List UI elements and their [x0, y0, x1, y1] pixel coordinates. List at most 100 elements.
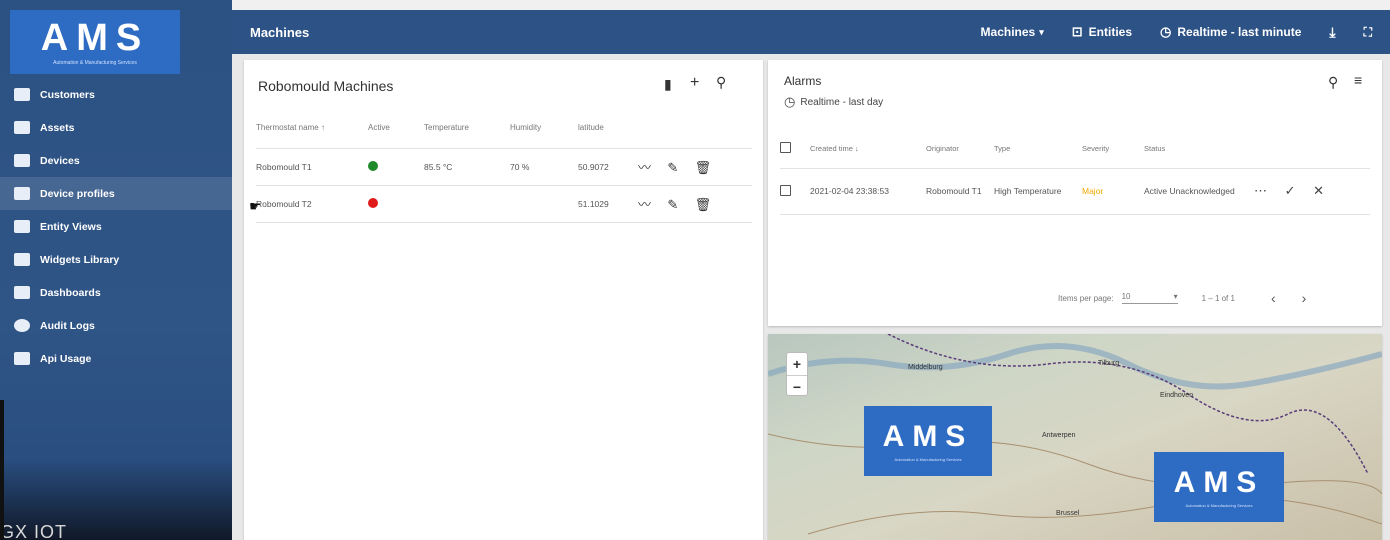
- page-range: 1 – 1 of 1: [1201, 293, 1235, 303]
- column-header[interactable]: latitude: [578, 108, 638, 149]
- sort-arrow-down-icon: ↓: [855, 144, 859, 154]
- sidebar-item-customers[interactable]: Customers: [0, 78, 232, 111]
- table-row[interactable]: 2021-02-04 23:38:53 Robomould T1 High Te…: [780, 168, 1370, 215]
- download-button[interactable]: ⤓: [1329, 24, 1335, 41]
- sidebar-item-label: Audit Logs: [40, 319, 95, 332]
- table-row[interactable]: Robomould T2 51.1029 〰 ✎ 🗑: [256, 185, 752, 223]
- column-header[interactable]: Active: [368, 108, 424, 149]
- search-icon[interactable]: ⚲: [1328, 74, 1338, 91]
- sidebar-item-label: Customers: [40, 88, 95, 101]
- clock-icon: ◷: [784, 94, 796, 109]
- cell-actions: 〰 ✎ 🗑: [638, 185, 752, 223]
- sidebar-item-devices[interactable]: Devices: [0, 144, 232, 177]
- row-checkbox[interactable]: [780, 184, 791, 196]
- sidebar-item-dashboards[interactable]: Dashboards: [0, 276, 232, 309]
- dashboard-content: Robomould Machines ▮ + ⚲ Thermostat name…: [232, 54, 1390, 540]
- cell-temperature: 85.5 °C: [424, 148, 510, 186]
- column-header[interactable]: Humidity: [510, 108, 578, 149]
- clear-icon[interactable]: ✕: [1313, 183, 1324, 198]
- sidebar-item-api-usage[interactable]: Api Usage: [0, 342, 232, 375]
- map-marker-logo[interactable]: AMS Automation & Manufacturing Services: [864, 406, 992, 476]
- delete-icon[interactable]: 🗑: [695, 197, 712, 213]
- sidebar-item-label: Dashboards: [40, 286, 101, 299]
- items-per-page-value: 10: [1121, 292, 1131, 301]
- map-label: Eindhoven: [1160, 392, 1194, 399]
- entities-icon: ⊡: [1071, 24, 1083, 39]
- next-page-icon[interactable]: ›: [1302, 290, 1307, 306]
- column-header[interactable]: Type: [994, 130, 1082, 169]
- column-header[interactable]: Status: [1144, 130, 1254, 169]
- cell-created-time: 2021-02-04 23:38:53: [810, 168, 926, 215]
- window-edge: [0, 400, 4, 540]
- sidebar-item-label: Api Usage: [40, 352, 92, 365]
- map-tiles[interactable]: Middelburg Antwerpen Eindhoven Tilburg B…: [768, 334, 1382, 540]
- select-all-checkbox[interactable]: [780, 142, 791, 154]
- row-select-cell: [780, 168, 810, 215]
- pagination: Items per page: 10 ▾ 1 – 1 of 1 ‹ ›: [768, 290, 1382, 306]
- chart-icon[interactable]: 〰: [638, 157, 651, 176]
- map-label: Brussel: [1056, 510, 1080, 517]
- acknowledge-icon[interactable]: ✓: [1285, 183, 1296, 198]
- sidebar-item-entity-views[interactable]: Entity Views: [0, 210, 232, 243]
- filter-icon[interactable]: ≡: [1354, 72, 1362, 88]
- map-marker-logo[interactable]: AMS Automation & Manufacturing Services: [1154, 452, 1284, 522]
- machines-state-dropdown[interactable]: Machines ▾: [981, 25, 1044, 39]
- edit-icon[interactable]: ✎: [667, 160, 678, 176]
- columns-icon[interactable]: ▮: [664, 76, 672, 93]
- sidebar: AMS Automation & Manufacturing Services …: [0, 0, 232, 540]
- column-header-actions: [1254, 130, 1370, 169]
- items-per-page-select[interactable]: 10 ▾: [1121, 292, 1178, 304]
- alarms-widget-title: Alarms: [784, 74, 822, 88]
- sidebar-item-audit-logs[interactable]: Audit Logs: [0, 309, 232, 342]
- map-zoom-control: + −: [786, 352, 808, 396]
- marker-logo-text: AMS: [1173, 465, 1265, 499]
- previous-page-icon[interactable]: ‹: [1271, 290, 1276, 306]
- sidebar-item-label: Entity Views: [40, 220, 102, 233]
- table-header-row: Thermostat name ↑ Active Temperature Hum…: [256, 108, 752, 149]
- chart-icon[interactable]: 〰: [638, 194, 651, 213]
- download-icon: ⤓: [1329, 23, 1336, 40]
- map-label: Tilburg: [1098, 360, 1120, 367]
- footer-brand: GX IOT: [0, 522, 68, 540]
- column-header[interactable]: Created time ↓: [810, 130, 926, 169]
- map-widget[interactable]: Middelburg Antwerpen Eindhoven Tilburg B…: [768, 334, 1382, 540]
- delete-icon[interactable]: 🗑: [695, 160, 712, 176]
- api-usage-icon: [14, 352, 30, 365]
- column-header[interactable]: Originator: [926, 130, 994, 169]
- table-row[interactable]: Robomould T1 85.5 °C 70 % 50.9072 〰 ✎ 🗑: [256, 148, 752, 186]
- column-header[interactable]: Temperature: [424, 108, 510, 149]
- cell-active: [368, 148, 424, 186]
- device-profiles-icon: [14, 187, 30, 200]
- entity-views-icon: [14, 220, 30, 233]
- fullscreen-icon: ⛶: [1363, 24, 1372, 39]
- map-label: Antwerpen: [1042, 432, 1076, 439]
- sidebar-item-widgets-library[interactable]: Widgets Library: [0, 243, 232, 276]
- cell-humidity: 70 %: [510, 148, 578, 186]
- column-header[interactable]: Thermostat name ↑: [256, 108, 368, 149]
- ams-logo[interactable]: AMS Automation & Manufacturing Services: [10, 10, 180, 74]
- sidebar-item-label: Device profiles: [40, 187, 115, 200]
- logo-subtitle: Automation & Manufacturing Services: [53, 60, 137, 66]
- add-icon[interactable]: +: [690, 74, 699, 92]
- alarms-timewindow-label: Realtime - last day: [800, 96, 884, 108]
- alarms-timewindow[interactable]: ◷ Realtime - last day: [784, 94, 883, 110]
- mouse-cursor: ☛: [249, 198, 262, 214]
- fullscreen-button[interactable]: ⛶: [1364, 25, 1372, 40]
- cell-name: Robomould T2: [256, 185, 368, 223]
- table-header-row: Created time ↓ Originator Type Severity …: [780, 130, 1370, 169]
- entities-button[interactable]: ⊡ Entities: [1072, 24, 1132, 40]
- timewindow-button[interactable]: ◷ Realtime - last minute: [1160, 24, 1301, 40]
- cell-originator: Robomould T1: [926, 168, 994, 215]
- column-header-label: Thermostat name: [256, 123, 319, 133]
- sidebar-item-device-profiles[interactable]: Device profiles: [0, 177, 232, 210]
- items-per-page-label: Items per page:: [1058, 293, 1114, 303]
- search-icon[interactable]: ⚲: [716, 74, 726, 91]
- zoom-out-button[interactable]: −: [787, 375, 807, 397]
- sidebar-item-assets[interactable]: Assets: [0, 111, 232, 144]
- machines-widget: Robomould Machines ▮ + ⚲ Thermostat name…: [244, 60, 763, 540]
- marker-logo-subtitle: Automation & Manufacturing Services: [1185, 502, 1253, 508]
- zoom-in-button[interactable]: +: [787, 353, 807, 375]
- edit-icon[interactable]: ✎: [667, 197, 678, 213]
- more-icon[interactable]: ⋯: [1254, 183, 1267, 198]
- column-header[interactable]: Severity: [1082, 130, 1144, 169]
